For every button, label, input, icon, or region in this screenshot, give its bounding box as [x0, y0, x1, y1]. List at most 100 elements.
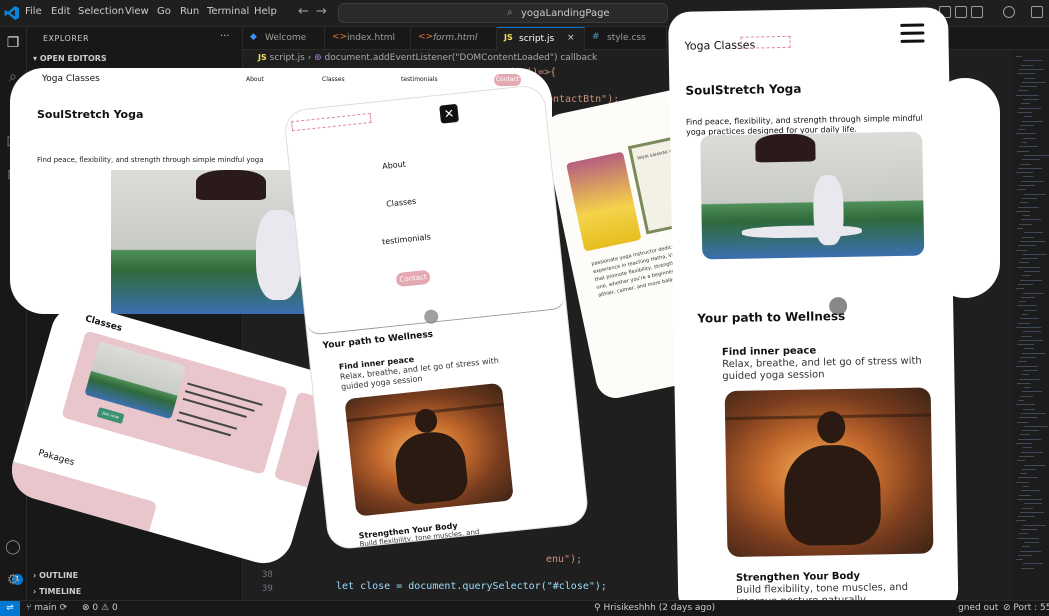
menu-run[interactable]: Run [180, 6, 199, 17]
open-editors-section[interactable]: ▾ OPEN EDITORS [33, 54, 107, 63]
minimap-line [1018, 438, 1041, 440]
account-icon[interactable]: ◯ [5, 539, 21, 555]
menu-contact-button[interactable]: Contact [395, 269, 431, 288]
menu-testimonials[interactable]: testimonials [382, 232, 432, 246]
minimap-line [1016, 172, 1033, 174]
photo-detail [755, 133, 816, 163]
minimap-line [1021, 412, 1046, 414]
close-tab-icon[interactable]: × [567, 33, 575, 43]
minimap[interactable] [1012, 50, 1049, 600]
search-icon: ⌕ [507, 7, 513, 18]
close-icon[interactable]: ✕ [439, 103, 459, 124]
breadcrumb-file[interactable]: script.js [270, 53, 305, 63]
minimap-line [1018, 167, 1042, 169]
outline-label: OUTLINE [39, 571, 79, 580]
tab-form-html[interactable]: <> form.html [411, 27, 497, 50]
timeline-section[interactable]: › TIMELINE [33, 587, 81, 596]
minimap-line [1017, 382, 1031, 384]
outline-section[interactable]: › OUTLINE [33, 571, 78, 580]
minimap-line [1024, 193, 1046, 195]
hero-title: SoulStretch Yoga [37, 108, 144, 121]
menu-terminal[interactable]: Terminal [207, 6, 249, 17]
menu-edit[interactable]: Edit [51, 6, 70, 17]
minimap-line [1018, 129, 1025, 131]
hero-title: SoulStretch Yoga [685, 81, 802, 98]
js-icon: JS [258, 53, 267, 62]
hero-text: Find peace, flexibility, and strength th… [37, 156, 264, 164]
minimap-line [1016, 481, 1029, 483]
minimap-line [1019, 185, 1035, 186]
arrow-right-icon[interactable]: → [316, 4, 327, 19]
brand-logo[interactable]: Yoga Classes [42, 74, 100, 84]
breadcrumb-symbol[interactable]: document.addEventListener("DOMContentLoa… [325, 53, 598, 63]
menu-selection[interactable]: Selection [78, 6, 124, 17]
remote-icon[interactable]: ⇌ [0, 601, 20, 616]
hamburger-icon[interactable] [900, 23, 925, 46]
minimap-line [1020, 86, 1037, 88]
menu-help[interactable]: Help [254, 6, 277, 17]
breadcrumb: JS script.js › ⊛ document.addEventListen… [258, 53, 597, 63]
menu-view[interactable]: View [125, 6, 149, 17]
minimap-line [1022, 352, 1045, 354]
minimap-line [1024, 348, 1034, 350]
item-title: Find inner peace [721, 345, 817, 359]
minimap-line [1021, 219, 1041, 221]
minimap-line [1023, 292, 1044, 294]
packages-title: Pakages [37, 448, 76, 469]
minimap-line [1017, 73, 1035, 75]
minimap-line [1016, 520, 1026, 522]
port-status[interactable]: ⊘ Port : 550 [1003, 603, 1049, 613]
nav-about[interactable]: About [246, 76, 264, 83]
minimap-line [1017, 111, 1032, 113]
join-button[interactable]: Join now [96, 407, 125, 424]
minimap-line [1016, 288, 1024, 290]
maximize-icon[interactable] [1031, 6, 1043, 18]
nav-contact-button[interactable]: Contact [494, 74, 521, 86]
meditation-photo [344, 382, 514, 517]
minimap-line [1022, 468, 1036, 470]
arrow-left-icon[interactable]: ← [298, 4, 309, 19]
menu-go[interactable]: Go [157, 6, 171, 17]
tab-index-html[interactable]: <> index.html [325, 27, 411, 50]
minimap-line [1022, 546, 1030, 548]
more-actions-icon[interactable]: ··· [220, 31, 230, 42]
command-center-search[interactable]: ⌕ yogaLandingPage [338, 3, 668, 23]
minimap-line [1017, 305, 1037, 307]
toggle-secondary-sidebar-icon[interactable] [971, 6, 983, 18]
minimap-line [1017, 498, 1042, 500]
minimap-line [1017, 228, 1023, 229]
account-status[interactable]: gned out [958, 603, 998, 613]
toggle-panel-icon[interactable] [955, 6, 967, 18]
menu-file[interactable]: File [25, 6, 42, 17]
vscode-logo-icon[interactable] [4, 5, 20, 21]
files-icon[interactable]: ❐ [5, 35, 21, 51]
gear-icon[interactable]: ⚙ [5, 572, 21, 588]
menu-about[interactable]: About [382, 160, 406, 171]
minimap-line [1020, 473, 1027, 475]
problems-status[interactable]: ⊗ 0 ⚠ 0 [82, 603, 118, 613]
menu-classes[interactable]: Classes [386, 197, 417, 209]
minimap-line [1023, 137, 1036, 139]
tab-script-js[interactable]: JS script.js × [497, 27, 585, 50]
minimap-line [1017, 189, 1026, 191]
tab-welcome[interactable]: ◆ Welcome [243, 27, 325, 50]
minimap-line [1016, 210, 1030, 212]
minimap-line [1020, 434, 1030, 436]
minimap-line [1023, 253, 1047, 255]
tab-style-css[interactable]: # style.css [585, 27, 667, 50]
minimize-icon[interactable] [1003, 6, 1015, 18]
minimap-line [1016, 133, 1036, 135]
branch-status[interactable]: ⑂ main ⟳ [26, 603, 67, 613]
minimap-line [1020, 240, 1045, 242]
minimap-line [1022, 120, 1043, 122]
instructor-photo [566, 151, 642, 252]
screen: File Edit Selection View Go Run Terminal… [0, 0, 1049, 616]
minimap-line [1023, 99, 1039, 100]
minimap-line [1016, 326, 1041, 328]
minimap-line [1021, 180, 1044, 182]
tab-label: index.html [347, 33, 395, 43]
minimap-line [1021, 529, 1037, 530]
git-blame[interactable]: ⚲ Hrisikeshhh (2 days ago) [594, 603, 715, 613]
nav-testimonials[interactable]: testimonials [401, 76, 438, 83]
nav-classes[interactable]: Classes [322, 76, 345, 83]
